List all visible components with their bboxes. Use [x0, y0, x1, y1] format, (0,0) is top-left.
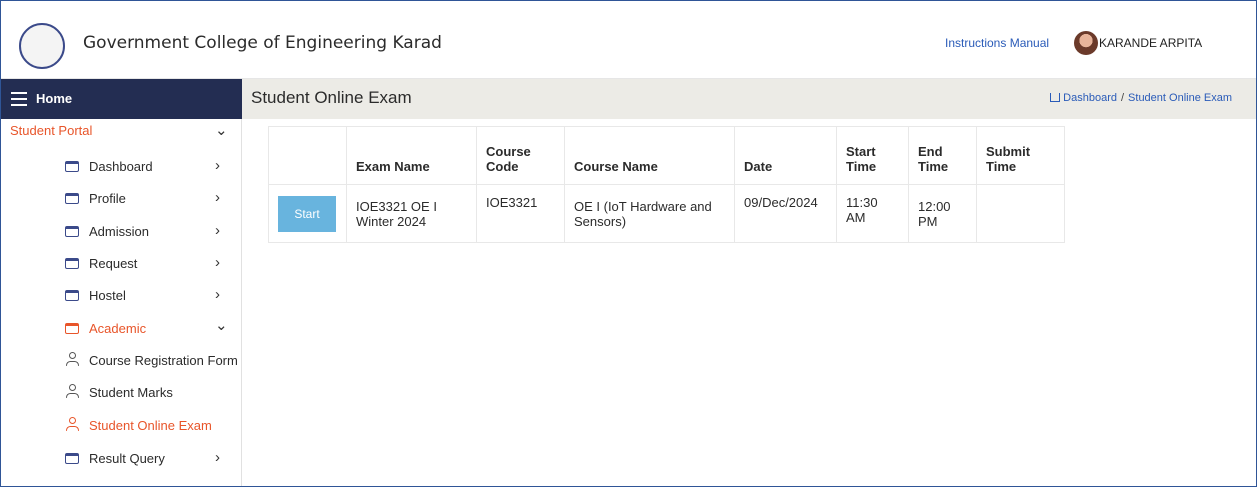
- sidebar-item-dashboard[interactable]: Dashboard ›: [1, 152, 242, 182]
- breadcrumb-current: Student Online Exam: [1128, 92, 1232, 104]
- course-name-cell: OE I (IoT Hardware and Sensors): [564, 184, 735, 243]
- sidebar-item-label: Student Online Exam: [89, 418, 212, 433]
- date-cell: 09/Dec/2024: [734, 184, 837, 243]
- breadcrumb-separator: /: [1120, 92, 1125, 104]
- sidebar-item-label: Course Registration Form: [89, 353, 238, 368]
- college-name: Government College of Engineering Karad: [83, 33, 442, 53]
- sidebar-item-label: Student Portal: [10, 123, 93, 138]
- column-header-submit-time: Submit Time: [976, 126, 1065, 185]
- chevron-down-icon: ⌄: [215, 317, 228, 334]
- column-header-exam-name: Exam Name: [346, 126, 477, 185]
- sidebar-item-label: Hostel: [89, 288, 126, 303]
- chevron-right-icon: ›: [215, 189, 220, 206]
- column-header-end-time: End Time: [908, 126, 977, 185]
- column-header-course-code: Course Code: [476, 126, 565, 185]
- avatar[interactable]: [1074, 31, 1098, 55]
- start-exam-button[interactable]: Start: [278, 195, 336, 232]
- folder-icon: [65, 193, 79, 204]
- sidebar-item-profile[interactable]: Profile ›: [1, 184, 242, 214]
- home-icon: [1050, 93, 1061, 102]
- course-code-cell: IOE3321: [476, 184, 565, 243]
- chevron-right-icon: ›: [215, 157, 220, 174]
- breadcrumb-dashboard-link[interactable]: Dashboard: [1063, 92, 1117, 104]
- chevron-right-icon: ›: [215, 286, 220, 303]
- breadcrumb: Dashboard / Student Online Exam: [1050, 92, 1232, 104]
- sidebar-item-academic[interactable]: Academic ⌄: [1, 314, 242, 344]
- sidebar-item-admission[interactable]: Admission ›: [1, 217, 242, 247]
- sidebar-item-label: Request: [89, 256, 138, 271]
- sidebar-item-hostel[interactable]: Hostel ›: [1, 281, 242, 311]
- start-time-cell: 11:30 AM: [836, 184, 909, 243]
- exam-name-cell: IOE3321 OE I Winter 2024: [346, 184, 477, 243]
- sidebar-item-student-marks[interactable]: Student Marks: [1, 378, 242, 408]
- chevron-down-icon: ⌄: [215, 122, 228, 139]
- home-label: Home: [36, 91, 73, 106]
- college-logo: [19, 23, 65, 69]
- sidebar-item-course-registration[interactable]: Course Registration Form: [1, 346, 242, 376]
- chevron-right-icon: ›: [215, 222, 220, 239]
- content-header: Student Online Exam Dashboard / Student On…: [242, 79, 1256, 119]
- folder-icon: [65, 258, 79, 269]
- sidebar-item-label: Profile: [89, 191, 126, 206]
- sidebar-item-label: Dashboard: [89, 159, 153, 174]
- home-bar[interactable]: Home: [1, 79, 242, 119]
- sidebar-item-result-query[interactable]: Result Query ›: [1, 444, 242, 474]
- column-header-date: Date: [734, 126, 837, 185]
- column-header-course-name: Course Name: [564, 126, 735, 185]
- submit-time-cell: [976, 184, 1065, 243]
- sidebar-item-student-portal[interactable]: Student Portal ⌄: [1, 119, 242, 149]
- sidebar-item-label: Student Marks: [89, 385, 173, 400]
- chevron-right-icon: ›: [215, 449, 220, 466]
- column-header-action: [268, 126, 347, 185]
- hamburger-icon[interactable]: [11, 92, 27, 106]
- folder-icon: [65, 323, 79, 334]
- exam-table: Exam Name Course Code Course Name Date S…: [268, 126, 1065, 243]
- sidebar-item-label: Academic: [89, 321, 147, 336]
- sidebar-item-request[interactable]: Request ›: [1, 249, 242, 279]
- page-title: Student Online Exam: [251, 88, 412, 107]
- user-name[interactable]: KARANDE ARPITA: [1099, 36, 1202, 50]
- folder-icon: [65, 453, 79, 464]
- sidebar-item-student-online-exam[interactable]: Student Online Exam: [1, 411, 242, 441]
- user-icon: [66, 417, 79, 432]
- chevron-right-icon: ›: [215, 254, 220, 271]
- end-time-cell: 12:00 PM: [908, 184, 977, 243]
- sidebar-item-label: Result Query: [89, 451, 165, 466]
- sidebar-item-label: Admission: [89, 224, 149, 239]
- table-row: Start IOE3321 OE I Winter 2024 IOE3321 O…: [268, 184, 1065, 243]
- folder-icon: [65, 161, 79, 172]
- table-header-row: Exam Name Course Code Course Name Date S…: [268, 126, 1065, 185]
- action-cell: Start: [268, 184, 347, 243]
- folder-icon: [65, 226, 79, 237]
- user-icon: [66, 384, 79, 399]
- sidebar: Home Student Portal ⌄ Dashboard › Profil…: [1, 79, 242, 486]
- top-header: Government College of Engineering Karad …: [1, 1, 1256, 79]
- user-icon: [66, 352, 79, 367]
- instructions-manual-link[interactable]: Instructions Manual: [945, 36, 1049, 50]
- column-header-start-time: Start Time: [836, 126, 909, 185]
- folder-icon: [65, 290, 79, 301]
